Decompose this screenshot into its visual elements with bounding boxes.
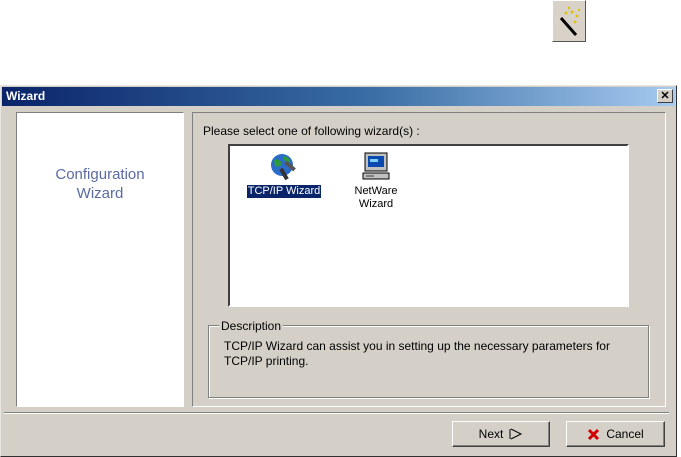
magic-wand-icon: [559, 6, 581, 36]
window-title: Wizard: [6, 89, 46, 103]
wizard-prompt: Please select one of following wizard(s)…: [203, 124, 420, 138]
wizard-item-label: TCP/IP Wizard: [245, 184, 323, 199]
wizard-item-label-line2: Wizard: [358, 198, 394, 210]
title-bar: Wizard ✕: [2, 87, 675, 106]
wizard-item-tcpip[interactable]: TCP/IP Wizard: [232, 150, 336, 199]
wizard-list[interactable]: TCP/IP Wizard NetWare Wizard: [228, 144, 629, 307]
cancel-button-label: Cancel: [606, 427, 644, 441]
wizard-side-panel: Configuration Wizard: [16, 112, 184, 407]
cancel-button[interactable]: Cancel: [566, 421, 665, 447]
wizard-launch-button[interactable]: [552, 0, 586, 42]
next-button-label: Next: [478, 427, 504, 441]
next-button[interactable]: Next: [452, 421, 550, 447]
button-separator: [4, 412, 669, 414]
next-arrow-icon: [509, 428, 523, 440]
wizard-item-label-line1: NetWare: [354, 185, 398, 197]
close-button[interactable]: ✕: [657, 89, 673, 103]
caption-line-1: Configuration: [55, 166, 145, 183]
description-text: TCP/IP Wizard can assist you in setting …: [224, 339, 610, 368]
cancel-x-icon: [588, 428, 600, 440]
description-legend: Description: [219, 319, 284, 333]
computer-icon: [362, 152, 390, 180]
globe-tools-icon: [271, 154, 296, 181]
caption-line-2: Wizard: [76, 185, 124, 202]
wizard-item-netware[interactable]: NetWare Wizard: [346, 150, 406, 211]
close-icon: ✕: [660, 90, 670, 102]
side-panel-caption: Configuration Wizard: [17, 165, 183, 203]
